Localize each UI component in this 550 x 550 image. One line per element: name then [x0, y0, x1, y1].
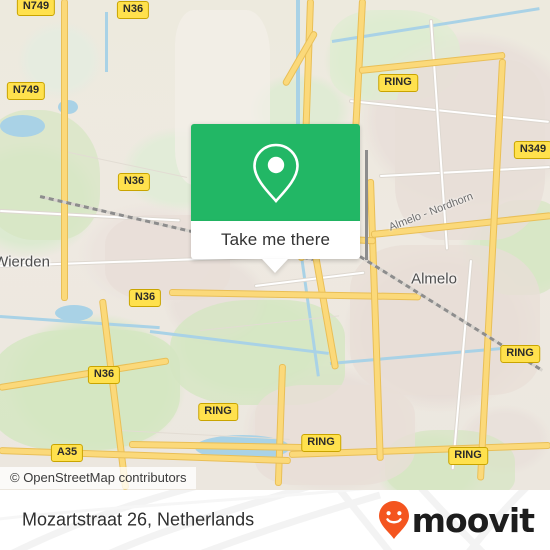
map-canvas[interactable]: Almelo - Nordhorn Wierden Almelo N749 N3…: [0, 0, 550, 490]
address-label: Mozartstraat 26, Netherlands: [22, 509, 255, 530]
take-me-there-button[interactable]: Take me there: [191, 221, 360, 259]
callout-header: [191, 124, 360, 221]
road-shield-n749: N749: [16, 0, 56, 16]
map-waterway: [105, 12, 108, 72]
map-railway: [365, 150, 368, 260]
road-shield-n36: N36: [117, 173, 151, 191]
map-water-body: [0, 115, 45, 137]
moovit-pin-smiley-icon: [378, 501, 409, 539]
road-shield-ring: RING: [448, 447, 488, 465]
road-shield-ring: RING: [198, 403, 238, 421]
moovit-wordmark: moovit: [411, 500, 535, 540]
road-shield-ring: RING: [301, 434, 341, 452]
road-shield-a35: A35: [50, 444, 84, 462]
road-shield-n349: N349: [513, 141, 550, 159]
road-shield-n36: N36: [128, 289, 162, 307]
place-label-wierden: Wierden: [0, 253, 50, 271]
road-shield-n749: N749: [6, 82, 46, 100]
footer-bar: Mozartstraat 26, Netherlands moovit: [0, 490, 550, 550]
road-shield-ring: RING: [378, 74, 418, 92]
road-shield-n36: N36: [116, 1, 150, 19]
osm-attribution[interactable]: © OpenStreetMap contributors: [0, 467, 196, 489]
map-screenshot: Almelo - Nordhorn Wierden Almelo N749 N3…: [0, 0, 550, 550]
map-pin-icon: [252, 143, 299, 203]
map-water-body: [55, 305, 93, 321]
callout-pointer-tail: [262, 259, 288, 273]
location-callout[interactable]: Take me there: [191, 124, 360, 273]
map-water-body: [58, 100, 78, 114]
place-label-almelo: Almelo: [411, 270, 457, 288]
map-road-n749: [62, 0, 67, 300]
road-shield-n36: N36: [87, 366, 121, 384]
road-shield-ring: RING: [500, 345, 540, 363]
moovit-logo[interactable]: moovit: [378, 500, 535, 540]
